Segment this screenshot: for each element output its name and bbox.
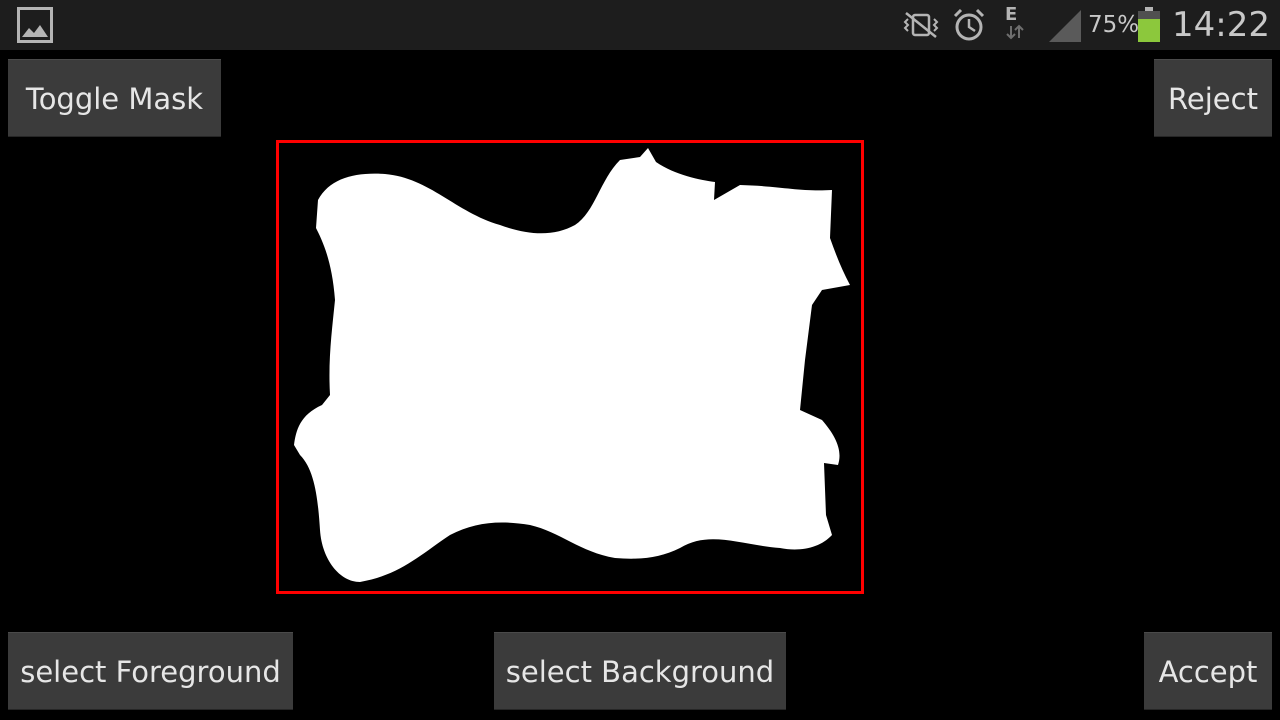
accept-button[interactable]: Accept <box>1144 632 1272 710</box>
select-foreground-button[interactable]: select Foreground <box>8 632 293 710</box>
selection-rectangle <box>276 140 864 594</box>
select-background-button[interactable]: select Background <box>494 632 786 710</box>
